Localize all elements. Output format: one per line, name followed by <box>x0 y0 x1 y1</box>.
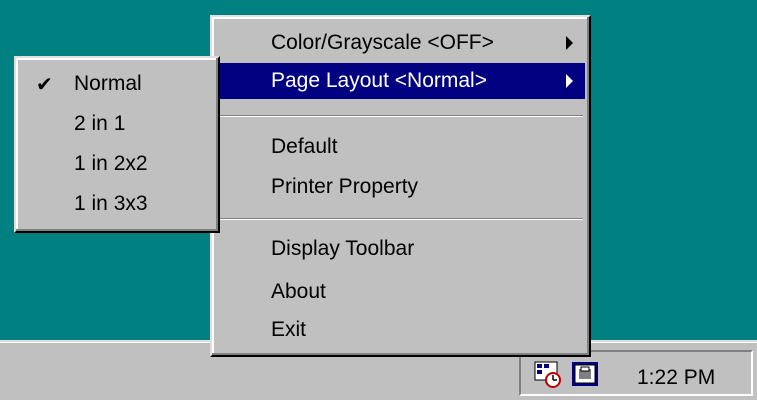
menu-item-label: Default <box>271 135 338 158</box>
checkmark-icon: ✔ <box>36 72 53 96</box>
menu-separator <box>218 218 583 220</box>
menu-item-default[interactable]: Default <box>216 129 585 165</box>
submenu-item-label: 2 in 1 <box>74 112 126 135</box>
submenu-item-label: 1 in 3x3 <box>74 192 148 215</box>
menu-item-exit[interactable]: Exit <box>216 312 585 348</box>
submenu-item-label: 1 in 2x2 <box>74 152 148 175</box>
page-layout-submenu: ✔ Normal 2 in 1 1 in 2x2 1 in 3x3 <box>14 56 220 233</box>
taskbar-clock[interactable]: 1:22 PM <box>637 360 715 396</box>
menu-item-page-layout[interactable]: Page Layout <Normal> <box>216 63 585 99</box>
menu-item-label: Printer Property <box>271 175 419 198</box>
menu-item-display-toolbar[interactable]: Display Toolbar <box>216 231 585 267</box>
submenu-item-normal[interactable]: ✔ Normal <box>20 66 214 102</box>
submenu-item-label: Normal <box>74 72 142 95</box>
menu-item-label: About <box>271 280 326 303</box>
submenu-arrow-icon <box>566 36 573 50</box>
submenu-item-1in2x2[interactable]: 1 in 2x2 <box>20 146 214 182</box>
submenu-arrow-icon <box>566 74 573 88</box>
menu-item-label: Color/Grayscale <OFF> <box>271 31 494 54</box>
submenu-item-2in1[interactable]: 2 in 1 <box>20 106 214 142</box>
tray-context-menu: Color/Grayscale <OFF> Page Layout <Norma… <box>210 15 591 357</box>
menu-item-printer-property[interactable]: Printer Property <box>216 169 585 205</box>
submenu-item-1in3x3[interactable]: 1 in 3x3 <box>20 186 214 222</box>
menu-item-color-grayscale[interactable]: Color/Grayscale <OFF> <box>216 25 585 61</box>
print-scheduler-icon[interactable] <box>533 360 565 390</box>
menu-item-label: Page Layout <Normal> <box>271 69 487 92</box>
menu-item-label: Display Toolbar <box>271 237 415 260</box>
menu-item-about[interactable]: About <box>216 274 585 310</box>
printer-utility-icon[interactable] <box>570 360 602 390</box>
menu-separator <box>218 115 583 117</box>
menu-item-label: Exit <box>271 318 307 341</box>
